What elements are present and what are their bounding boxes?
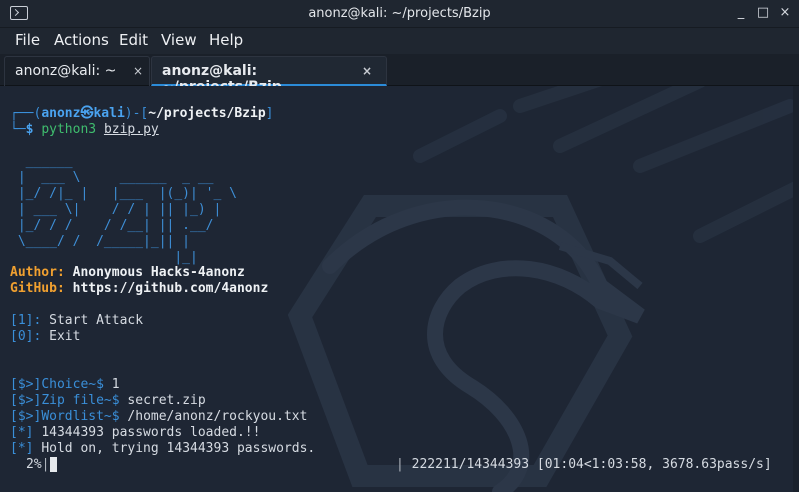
prompt-at: ㉿ — [80, 106, 94, 121]
menu-edit[interactable]: Edit — [119, 31, 148, 49]
tab-close-icon[interactable]: × — [362, 64, 372, 78]
status-marker: [*] — [10, 425, 34, 440]
prompt-dollar: $ — [25, 122, 34, 137]
option-label: Exit — [49, 329, 81, 344]
progress-sep: | — [396, 457, 404, 472]
ascii-art-line: |_/ /|_ | |___ |(_)| '_ \ — [10, 186, 237, 201]
input-value: /home/anonz/rockyou.txt — [127, 409, 308, 424]
prompt-end: ] — [265, 106, 274, 121]
terminal-scrollbar[interactable] — [793, 86, 799, 492]
option-label: Start Attack — [49, 313, 144, 328]
menu-file[interactable]: File — [15, 31, 40, 49]
github-value: https://github.com/4anonz — [72, 281, 269, 296]
tab-projects-bzip[interactable]: anonz@kali: ~/projects/Bzip × — [151, 56, 387, 95]
menu-option: [0]: Exit — [10, 329, 80, 345]
input-name: Choice~$ — [41, 377, 104, 392]
prompt-mid: )-[ — [124, 106, 149, 121]
input-prefix: [$>] — [10, 409, 42, 424]
option-key: [0]: — [10, 329, 42, 344]
status-line: [*] Hold on, trying 14344393 passwords. — [10, 441, 315, 457]
terminal-cursor — [50, 457, 58, 472]
status-text: 14344393 passwords loaded.!! — [41, 425, 261, 440]
input-prefix: [$>] — [10, 393, 42, 408]
github-label: GitHub: — [10, 281, 65, 296]
progress-stats: | 222211/14344393 [01:04<1:03:58, 3678.6… — [396, 457, 772, 473]
prompt-user: anonz — [41, 106, 81, 121]
progress-counts: 222211/14344393 — [411, 457, 530, 472]
progress-percent: 2%| — [26, 457, 58, 473]
ascii-art-line: ______ — [10, 154, 73, 169]
ascii-art-line: | ___ \| / / | || |_) | — [10, 202, 222, 217]
ascii-art-line: | ___ \ ______ _ __ — [10, 170, 214, 185]
tab-bar: anonz@kali: ~ × anonz@kali: ~/projects/B… — [0, 54, 799, 95]
prompt-path: ~/projects/Bzip — [148, 106, 266, 121]
author-line: Author: Anonymous Hacks-4anonz — [10, 265, 245, 281]
prompt-corner-bottom: └─ — [10, 122, 26, 137]
status-marker: [*] — [10, 441, 34, 456]
input-line: [$>]Wordlist~$ /home/anonz/rockyou.txt — [10, 409, 307, 425]
progress-timing: [01:04<1:03:58, 3678.63pass/s] — [536, 457, 772, 472]
menu-help[interactable]: Help — [209, 31, 243, 49]
ascii-art-line: \____/ / /_____|_|| | — [10, 234, 191, 249]
input-name: Zip file~$ — [41, 393, 120, 408]
ascii-art-line: |_/ / / / /__| || .__/ — [10, 218, 214, 233]
maximize-button[interactable]: □ — [755, 5, 771, 21]
input-name: Wordlist~$ — [41, 409, 120, 424]
author-value: Anonymous Hacks-4anonz — [72, 265, 245, 280]
input-line: [$>]Choice~$ 1 — [10, 377, 120, 393]
input-value: 1 — [111, 377, 120, 392]
tab-close-icon[interactable]: × — [133, 64, 143, 78]
menu-bar: File Actions Edit View Help — [0, 28, 799, 54]
input-prefix: [$>] — [10, 377, 42, 392]
tab-home[interactable]: anonz@kali: ~ × — [4, 56, 150, 86]
prompt-host: kali — [93, 106, 125, 121]
status-text: Hold on, trying 14344393 passwords. — [41, 441, 316, 456]
close-button[interactable]: × — [777, 5, 793, 21]
terminal-view[interactable]: ┌──(anonz㉿kali)-[~/projects/Bzip] └─$ py… — [0, 86, 799, 492]
input-value: secret.zip — [127, 393, 206, 408]
window-title: anonz@kali: ~/projects/Bzip — [308, 6, 491, 21]
option-key: [1]: — [10, 313, 42, 328]
input-line: [$>]Zip file~$ secret.zip — [10, 393, 206, 409]
menu-actions[interactable]: Actions — [54, 31, 109, 49]
prompt-line: ┌──(anonz㉿kali)-[~/projects/Bzip] — [10, 106, 274, 122]
github-line: GitHub: https://github.com/4anonz — [10, 281, 268, 297]
tab-label: anonz@kali: ~ — [15, 63, 117, 79]
minimize-button[interactable]: _ — [733, 5, 749, 21]
ascii-art-line: |_| — [10, 250, 198, 265]
author-label: Author: — [10, 265, 65, 280]
menu-view[interactable]: View — [161, 31, 197, 49]
prompt-corner: ┌──( — [10, 106, 42, 121]
window-titlebar: anonz@kali: ~/projects/Bzip _ □ × — [0, 0, 799, 28]
menu-option: [1]: Start Attack — [10, 313, 143, 329]
command-name: python3 — [41, 122, 97, 137]
command-arg: bzip.py — [103, 122, 159, 137]
status-line: [*] 14344393 passwords loaded.!! — [10, 425, 260, 441]
command-line: └─$ python3 bzip.py — [10, 122, 159, 138]
